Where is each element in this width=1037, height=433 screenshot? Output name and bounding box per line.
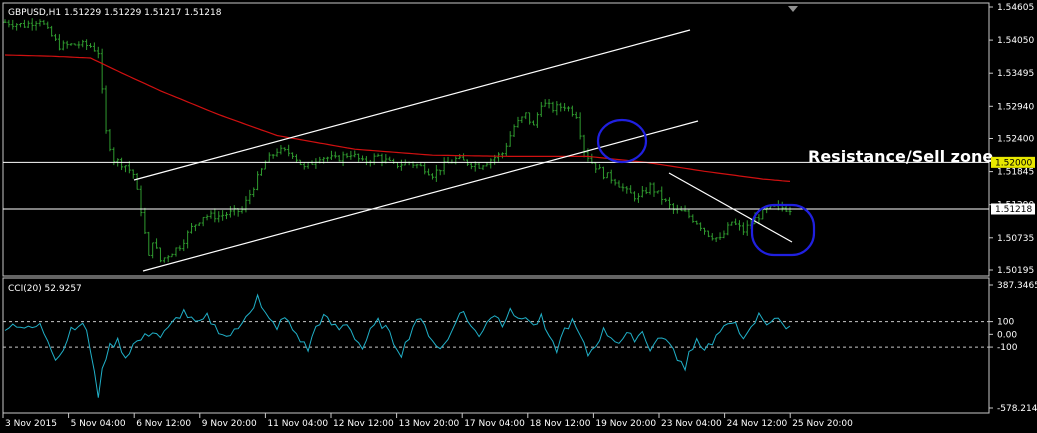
time-tick-label: 3 Nov 2015	[5, 419, 57, 429]
current-price-label: 1.51218	[995, 205, 1032, 215]
price-tick-label: 1.52940	[997, 102, 1034, 112]
chart-canvas: Resistance/Sell zone GBPUSD,H1 1.51229 1…	[0, 0, 1037, 433]
time-tick-label: 5 Nov 04:00	[71, 419, 126, 429]
time-tick-label: 18 Nov 12:00	[530, 419, 591, 429]
time-tick-label: 25 Nov 20:00	[792, 419, 853, 429]
cci-tick-label: -100	[997, 343, 1018, 353]
price-tick-label: 1.53495	[997, 69, 1034, 79]
price-tick-label: 1.52400	[997, 135, 1034, 145]
time-tick-label: 6 Nov 12:00	[136, 419, 191, 429]
cci-tick-label: 0.00	[997, 330, 1017, 340]
resistance-price-label: 1.52000	[995, 158, 1032, 168]
cci-title: CCI(20) 52.9257	[8, 284, 82, 294]
time-tick-label: 24 Nov 12:00	[727, 419, 788, 429]
price-tick-label: 1.50195	[997, 266, 1034, 276]
time-tick-label: 19 Nov 20:00	[595, 419, 656, 429]
price-chart-title: GBPUSD,H1 1.51229 1.51229 1.51217 1.5121…	[8, 8, 222, 18]
resistance-annotation: Resistance/Sell zone	[808, 147, 993, 166]
time-tick-label: 12 Nov 12:00	[333, 419, 394, 429]
price-tick-label: 1.51845	[997, 168, 1034, 178]
price-tick-label: 1.50735	[997, 234, 1034, 244]
cci-tick-label: 100	[997, 318, 1014, 328]
time-tick-label: 17 Nov 04:00	[464, 419, 525, 429]
price-tick-label: 1.54050	[997, 36, 1034, 46]
time-tick-label: 23 Nov 04:00	[661, 419, 722, 429]
time-tick-label: 13 Nov 20:00	[399, 419, 460, 429]
chart-background	[0, 0, 1037, 433]
cci-tick-label: 387.3465	[997, 281, 1037, 291]
time-tick-label: 9 Nov 20:00	[202, 419, 257, 429]
cci-tick-label: -578.214	[997, 404, 1037, 414]
time-tick-label: 11 Nov 04:00	[267, 419, 328, 429]
price-tick-label: 1.54605	[997, 3, 1034, 13]
